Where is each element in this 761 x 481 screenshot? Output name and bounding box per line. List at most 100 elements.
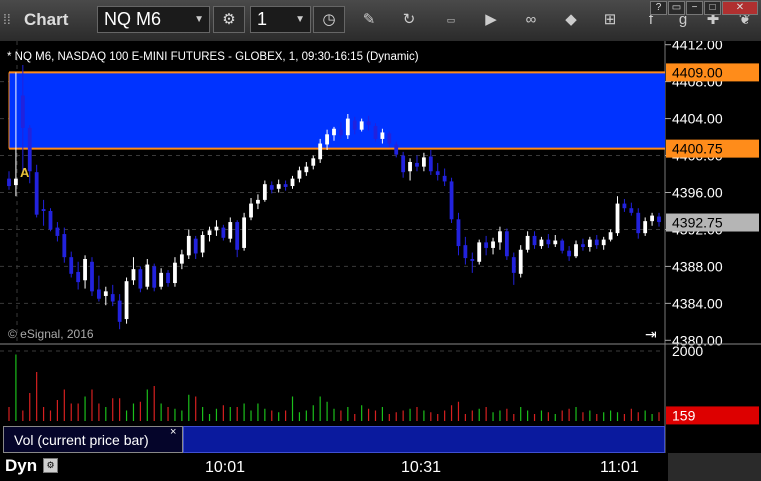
volume-label-box[interactable]: Vol (current price bar): [3, 426, 183, 453]
candle-body: [553, 240, 558, 245]
candle-body: [594, 239, 599, 246]
candle-body: [311, 158, 316, 166]
candle-body: [636, 212, 641, 234]
price-axis-background: [665, 41, 761, 453]
chart-toolbar: ⁞⁞ Chart NQ M6 ▼ ⚙ 1 ▼ ◷ ✎ ↻ ▭ ▶ ∞ ◆ ⊞ f…: [0, 0, 761, 42]
candle-body: [525, 235, 530, 250]
help-button[interactable]: ?: [650, 1, 667, 15]
candle-body: [608, 232, 613, 240]
candle-body: [498, 231, 502, 243]
candle-body: [622, 203, 627, 209]
candle-body: [657, 216, 661, 223]
scale-settings-icon[interactable]: ⚙: [43, 458, 58, 473]
candle-body: [76, 271, 81, 283]
candle-body: [518, 249, 523, 274]
candle-body: [581, 244, 585, 248]
candle-body: [290, 178, 295, 187]
price-tick-label: 4396.00: [672, 185, 723, 201]
minimize-button[interactable]: −: [686, 1, 703, 15]
candle-body: [41, 209, 46, 211]
candle-body: [242, 217, 247, 248]
candle-body: [415, 162, 419, 167]
candle-body: [55, 227, 60, 236]
close-study-icon[interactable]: ×: [170, 426, 176, 438]
candle-body: [173, 262, 177, 284]
link-symbol-icon[interactable]: ⊞: [599, 10, 621, 30]
candle-body: [166, 272, 170, 284]
candle-body: [532, 235, 537, 246]
candle-body: [276, 184, 281, 189]
candle-body: [124, 281, 129, 320]
symbol-input[interactable]: NQ M6 ▼: [97, 6, 210, 33]
candle: [449, 177, 454, 223]
candle-body: [359, 121, 364, 130]
maximize-label: □: [709, 2, 716, 13]
candle-body: [179, 254, 184, 264]
candle-body: [235, 222, 240, 250]
candle-body: [504, 231, 509, 257]
chart-header: * NQ M6, NASDAQ 100 E-MINI FUTURES - GLO…: [7, 51, 419, 63]
candle-body: [34, 172, 39, 215]
eraser-icon[interactable]: ◆: [560, 10, 582, 30]
refresh-icon[interactable]: ↻: [398, 10, 420, 30]
candle-body: [152, 266, 157, 288]
highlight-zone[interactable]: [8, 71, 665, 150]
candle-body: [567, 250, 572, 257]
candle: [504, 228, 509, 260]
interval-settings-button[interactable]: ⚙: [213, 6, 245, 33]
candle-body: [463, 245, 468, 259]
candle-body: [214, 226, 219, 231]
maximize-button[interactable]: □: [704, 1, 721, 15]
candle-body: [145, 264, 150, 287]
candle-body: [394, 144, 399, 155]
time-tick-1001: 10:01: [205, 459, 246, 476]
candle-body: [117, 300, 122, 322]
candle-body: [186, 235, 191, 256]
candle-body: [62, 234, 67, 258]
candle-body: [304, 166, 309, 173]
close-button[interactable]: ✕: [722, 1, 758, 15]
price-tick-label: 4388.00: [672, 258, 723, 274]
chart-canvas[interactable]: 4412.004408.004404.004400.004396.004392.…: [0, 41, 761, 453]
time-template-button[interactable]: ◷: [313, 6, 345, 33]
candle-body: [200, 234, 205, 253]
chevron-down-icon[interactable]: ▼: [295, 7, 305, 32]
time-axis-mode[interactable]: Dyn: [5, 456, 37, 476]
candle-body: [20, 95, 25, 128]
candle-body: [249, 203, 253, 218]
chart-grip-icon[interactable]: ⁞⁞: [3, 11, 11, 27]
candle-body: [366, 121, 371, 126]
candle-body: [511, 257, 516, 273]
candle-body: [456, 219, 461, 247]
candle-body: [442, 175, 447, 182]
watermark: © eSignal, 2016: [8, 327, 94, 341]
candle-body: [352, 120, 357, 130]
minimize-label: −: [691, 2, 698, 13]
candle-body: [103, 291, 108, 296]
zone-bottom-badge-label: 4400.75: [672, 141, 723, 157]
pencil-draw-icon[interactable]: ✎: [358, 10, 380, 30]
candle: [242, 212, 247, 251]
candle-body: [297, 170, 302, 179]
candle: [477, 239, 482, 265]
candle: [138, 266, 143, 293]
interval-input[interactable]: 1 ▼: [250, 6, 311, 33]
volume-last-label: 159: [672, 407, 696, 423]
candle-body: [96, 289, 101, 299]
candle-body: [380, 132, 385, 139]
price-tick-label: 4404.00: [672, 111, 723, 127]
insert-link-icon[interactable]: ∞: [520, 10, 542, 30]
last-price-label: 4392.75: [672, 215, 723, 231]
chevron-down-icon[interactable]: ▼: [194, 7, 204, 32]
play-replay-icon[interactable]: ▶: [480, 10, 502, 30]
candle: [34, 164, 39, 218]
scroll-to-end-icon[interactable]: ⇥: [645, 326, 657, 342]
order-ticket-icon[interactable]: ▭: [440, 10, 462, 30]
candle-body: [428, 156, 433, 172]
window-title: Chart: [24, 10, 69, 29]
candle-body: [83, 259, 87, 281]
restore-label: ▭: [671, 2, 682, 13]
candle: [152, 263, 157, 292]
restore-button[interactable]: ▭: [668, 1, 685, 15]
candle-body: [587, 239, 592, 248]
